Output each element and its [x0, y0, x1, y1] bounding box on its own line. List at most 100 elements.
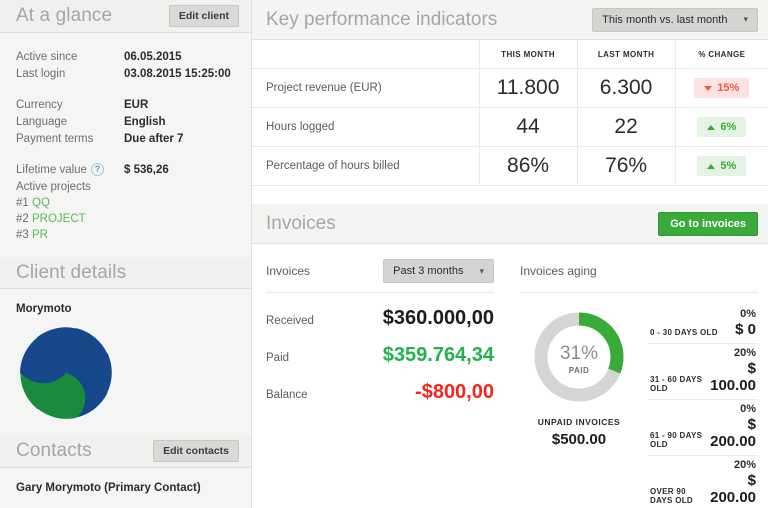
invoice-summary-row: Paid $359.764,34 [266, 344, 494, 367]
contacts-header: Contacts Edit contacts [0, 435, 251, 469]
aging-table: 0 - 30 DAYS OLD 0% $ 0 31 - 60 DAYS OLD 20% $… [648, 305, 758, 508]
kpi-period-value: This month vs. last month [602, 13, 728, 26]
chevron-down-icon: ▾ [479, 265, 484, 276]
project-item-1[interactable]: #1 QQ [16, 195, 235, 211]
aging-subhead: Invoices aging [520, 256, 758, 286]
invoices-range-select[interactable]: Past 3 months ▾ [383, 259, 494, 283]
status-badge: 6% [697, 117, 747, 138]
aging-row-amount: $ 200.00 [710, 472, 757, 506]
field-value: Due after 7 [124, 132, 184, 145]
kpi-last-month-value: 76% [576, 146, 676, 186]
aging-row-percent: 0% [740, 403, 756, 415]
aging-row: 0 - 30 DAYS OLD 0% $ 0 [648, 305, 758, 344]
kpi-last-month-value: 6.300 [576, 68, 676, 108]
field-value: 03.08.2015 15:25:00 [124, 67, 231, 80]
kpi-table: THIS MONTH LAST MONTH % CHANGE Project r… [252, 40, 768, 186]
donut-sub-label: PAID [569, 366, 590, 375]
field-value: 06.05.2015 [124, 50, 182, 63]
kpi-last-month-value: 22 [576, 107, 676, 147]
client-name: Morymoto [16, 303, 72, 316]
paid-donut-chart: 31% PAID UNPAID INVOICES $500.00 [520, 305, 638, 508]
help-icon[interactable]: ? [90, 163, 104, 177]
kpi-row-label: Hours logged [252, 107, 480, 147]
aging-row-amount: $ 0 [735, 321, 756, 338]
aging-row-label: 31 - 60 DAYS OLD [650, 375, 703, 393]
aging-row-amount: $ 100.00 [710, 360, 756, 394]
at-a-glance-title: At a glance [16, 4, 113, 26]
at-a-glance-body: Active since 06.05.2015 Last login 03.08… [0, 32, 251, 257]
kpi-row: Hours logged 44 22 6% [252, 107, 768, 147]
invoice-row-label: Balance [266, 389, 308, 401]
invoice-row-value: $360.000,00 [382, 307, 494, 329]
lifetime-value-label: Lifetime value? [16, 162, 124, 179]
invoices-aging-label: Invoices aging [520, 264, 597, 278]
chevron-down-icon: ▾ [743, 14, 748, 24]
aging-row-label: OVER 90 DAYS OLD [650, 487, 694, 505]
kpi-this-month-value: 11.800 [478, 68, 578, 108]
kpi-change-cell: 15% [674, 68, 768, 108]
invoices-card: Invoices Go to invoices Invoices Past 3 … [252, 204, 768, 508]
invoices-body: Invoices Past 3 months ▾ Received $360.00… [252, 244, 768, 508]
project-item-3[interactable]: #3 PR [16, 227, 235, 243]
status-badge: 5% [697, 156, 747, 177]
go-to-invoices-button[interactable]: Go to invoices [658, 211, 758, 236]
invoices-summary: Invoices Past 3 months ▾ Received $360.00… [252, 244, 508, 508]
aging-row-values: 20% $ 200.00 [710, 459, 756, 506]
client-logo-section: Morymoto [0, 289, 251, 435]
aging-row-values: 20% $ 100.00 [709, 347, 756, 394]
client-dashboard: At a glance Edit client Active since 06.… [0, 0, 768, 508]
arrow-up-icon [707, 163, 716, 169]
aging-row-percent: 20% [733, 459, 756, 471]
invoices-header: Invoices Go to invoices [252, 204, 768, 244]
field-label: Currency [16, 98, 63, 111]
aging-row-values: 0% $ 200.00 [709, 403, 756, 450]
aging-row: 31 - 60 DAYS OLD 20% $ 100.00 [648, 344, 758, 400]
invoices-label: Invoices [266, 264, 311, 278]
project-item-2[interactable]: #2 PROJECT [16, 211, 235, 227]
invoices-title: Invoices [266, 212, 336, 234]
project-name-link[interactable]: PR [32, 229, 48, 241]
client-logo-icon [20, 327, 112, 420]
invoice-summary-row: Balance -$800,00 [266, 381, 494, 404]
kpi-change-value: 15% [717, 82, 740, 95]
field-payment-terms: Payment terms Due after 7 [16, 131, 235, 148]
lifetime-value-amount: $ 536,26 [124, 163, 169, 176]
project-name-link[interactable]: PROJECT [32, 213, 86, 225]
primary-contact[interactable]: Gary Morymoto (Primary Contact) [0, 468, 251, 508]
arrow-down-icon [704, 85, 713, 91]
aging-row-label: 61 - 90 DAYS OLD [650, 431, 703, 449]
kpi-change-cell: 5% [674, 146, 768, 186]
donut-percent-label: 31% [560, 343, 598, 364]
kpi-period-select[interactable]: This month vs. last month ▾ [592, 7, 758, 32]
main-content: Key performance indicators This month vs… [252, 0, 768, 508]
field-label: Payment terms [16, 132, 94, 145]
aging-row-label: 0 - 30 DAYS OLD [650, 328, 718, 337]
field-value: English [124, 115, 166, 128]
client-details-header: Client details [0, 256, 251, 290]
at-a-glance-header: At a glance Edit client [0, 0, 251, 33]
project-number: #3 [16, 228, 29, 241]
aging-row-percent: 20% [733, 347, 756, 359]
edit-contacts-button[interactable]: Edit contacts [153, 440, 239, 463]
invoice-row-label: Received [266, 315, 314, 327]
aging-content: 31% PAID UNPAID INVOICES $500.00 0 - 30 … [520, 305, 758, 508]
kpi-header: Key performance indicators This month vs… [252, 0, 768, 40]
invoice-row-label: Paid [266, 352, 290, 364]
project-name-link[interactable]: QQ [32, 197, 50, 209]
kpi-header-row: THIS MONTH LAST MONTH % CHANGE [252, 40, 768, 69]
divider [520, 292, 758, 293]
kpi-row: Percentage of hours billed 86% 76% 5% [252, 146, 768, 186]
field-last-login: Last login 03.08.2015 15:25:00 [16, 66, 235, 83]
kpi-col-blank [252, 40, 480, 69]
arrow-up-icon [707, 124, 716, 130]
invoices-range-value: Past 3 months [393, 265, 464, 277]
lifetime-value-group: Lifetime value? $ 536,26 Active projects… [16, 162, 235, 243]
project-number: #2 [16, 212, 29, 225]
kpi-change-value: 6% [720, 121, 737, 134]
client-details-title: Client details [16, 261, 127, 283]
aging-row: 61 - 90 DAYS OLD 0% $ 200.00 [648, 400, 758, 456]
left-sidebar: At a glance Edit client Active since 06.… [0, 0, 252, 508]
kpi-card: Key performance indicators This month vs… [252, 0, 768, 186]
kpi-col-last-month: LAST MONTH [576, 40, 676, 69]
edit-client-button[interactable]: Edit client [168, 4, 239, 27]
